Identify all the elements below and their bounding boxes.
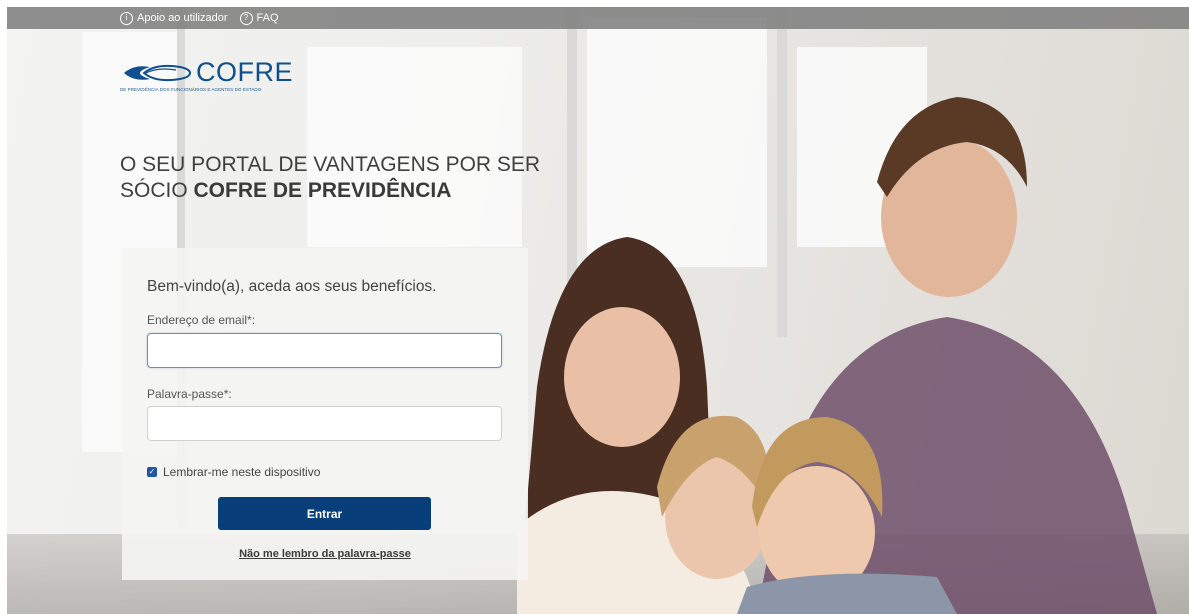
email-field[interactable] bbox=[147, 333, 502, 368]
logo-mark-icon bbox=[124, 64, 192, 81]
password-label: Palavra-passe*: bbox=[147, 387, 232, 401]
faq-link-label: FAQ bbox=[256, 12, 279, 24]
top-bar: i Apoio ao utilizador ? FAQ bbox=[7, 7, 1189, 29]
question-circle-icon: ? bbox=[239, 11, 253, 25]
forgot-password-link[interactable]: Não me lembro da palavra-passe bbox=[122, 548, 528, 560]
remember-checkbox[interactable]: ✓ bbox=[147, 467, 157, 477]
logo[interactable]: COFRE DE PREVIDÊNCIA DOS FUNCIONÁRIOS E … bbox=[120, 57, 293, 92]
support-link-label: Apoio ao utilizador bbox=[137, 12, 228, 24]
family-photo bbox=[517, 97, 1157, 614]
headline-bold: COFRE DE PREVIDÊNCIA bbox=[193, 179, 452, 202]
email-label: Endereço de email*: bbox=[147, 313, 256, 327]
login-card: Bem-vindo(a), aceda aos seus benefícios.… bbox=[122, 248, 528, 580]
faq-link[interactable]: ? FAQ bbox=[239, 11, 279, 25]
remember-label: Lembrar-me neste dispositivo bbox=[163, 465, 321, 479]
password-field[interactable] bbox=[147, 406, 502, 441]
logo-text: COFRE bbox=[196, 57, 293, 87]
login-button[interactable]: Entrar bbox=[218, 497, 431, 530]
page: i Apoio ao utilizador ? FAQ COFRE DE PRE… bbox=[7, 7, 1189, 614]
info-circle-icon: i bbox=[120, 11, 133, 25]
welcome-text: Bem-vindo(a), aceda aos seus benefícios. bbox=[147, 278, 437, 295]
remember-me[interactable]: ✓ Lembrar-me neste dispositivo bbox=[147, 465, 320, 479]
page-headline: O SEU PORTAL DE VANTAGENS POR SER SÓCIO … bbox=[120, 152, 550, 204]
support-link[interactable]: i Apoio ao utilizador bbox=[120, 11, 228, 25]
